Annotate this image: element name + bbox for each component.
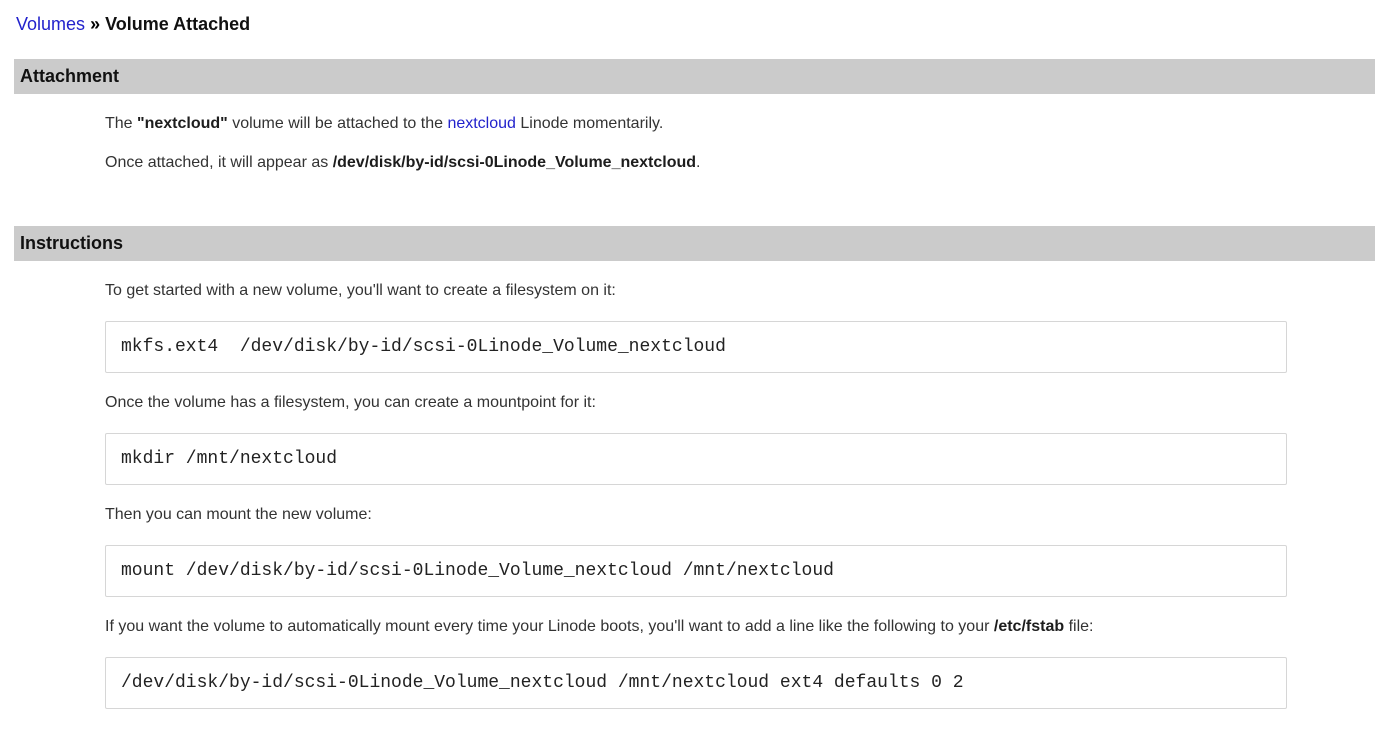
fstab-path: /etc/fstab	[994, 618, 1064, 635]
attachment-device-text: Once attached, it will appear as /dev/di…	[105, 154, 1388, 172]
mkdir-command-code: mkdir /mnt/nextcloud	[105, 433, 1287, 485]
page-title: Volume Attached	[105, 14, 250, 34]
step-create-filesystem-text: To get started with a new volume, you'll…	[105, 282, 1388, 300]
breadcrumb-volumes-link[interactable]: Volumes	[16, 14, 85, 34]
instructions-section-title: Instructions	[20, 233, 123, 253]
step-mount-volume-text: Then you can mount the new volume:	[105, 506, 1388, 524]
volume-name: "nextcloud"	[137, 115, 228, 132]
attachment-status-text: The "nextcloud" volume will be attached …	[105, 115, 1388, 133]
step-create-mountpoint-text: Once the volume has a filesystem, you ca…	[105, 394, 1388, 412]
attachment-section-title: Attachment	[20, 66, 119, 86]
attachment-section-body: The "nextcloud" volume will be attached …	[105, 94, 1388, 193]
instructions-section-header: Instructions	[14, 226, 1375, 261]
mkfs-command-code: mkfs.ext4 /dev/disk/by-id/scsi-0Linode_V…	[105, 321, 1287, 373]
linode-link[interactable]: nextcloud	[447, 115, 516, 132]
attachment-section-header: Attachment	[14, 59, 1375, 94]
instructions-section-body: To get started with a new volume, you'll…	[105, 261, 1388, 730]
fstab-line-code: /dev/disk/by-id/scsi-0Linode_Volume_next…	[105, 657, 1287, 709]
breadcrumb-separator: »	[90, 14, 100, 34]
breadcrumb: Volumes » Volume Attached	[16, 14, 1374, 35]
mount-command-code: mount /dev/disk/by-id/scsi-0Linode_Volum…	[105, 545, 1287, 597]
step-fstab-text: If you want the volume to automatically …	[105, 618, 1388, 636]
device-path: /dev/disk/by-id/scsi-0Linode_Volume_next…	[333, 154, 696, 171]
